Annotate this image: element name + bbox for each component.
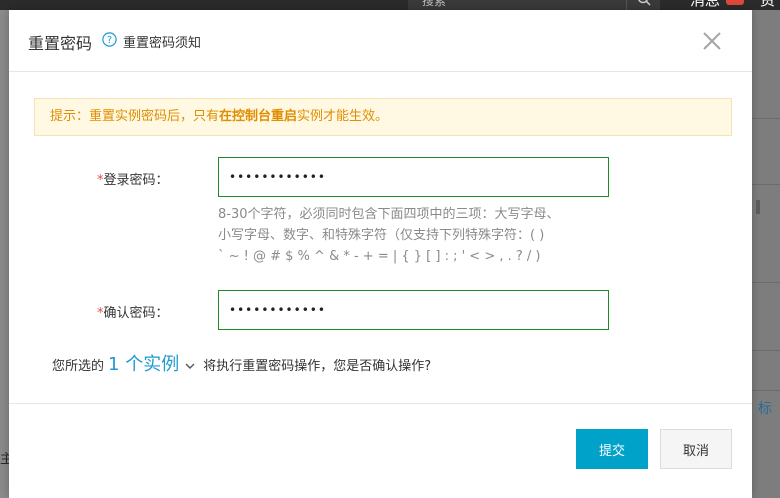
confirm-password-label-text: 确认密码： <box>103 306 169 321</box>
tip-suffix: 实例才能生效。 <box>297 109 389 124</box>
password-help-link[interactable]: 重置密码须知 <box>123 32 201 51</box>
login-password-label: *登录密码： <box>97 169 169 188</box>
tip-prefix: 提示：重置实例密码后，只有 <box>50 109 220 124</box>
background-messages-badge <box>726 0 744 5</box>
close-icon[interactable] <box>701 30 723 52</box>
cancel-button[interactable]: 取消 <box>660 429 732 469</box>
confirm-message: 您所选的 1 个实例 将执行重置密码操作，您是否确认操作? <box>52 350 431 376</box>
confirm-suffix: 将执行重置密码操作，您是否确认操作? <box>203 359 432 374</box>
background-topbar <box>0 0 780 10</box>
background-messages-link: 消息 <box>690 0 721 9</box>
restart-tip-banner: 提示：重置实例密码后，只有在控制台重启实例才能生效。 <box>34 98 732 136</box>
dialog-title: 重置密码 <box>28 34 93 53</box>
hint-line: ` ~ ! @ # $ % ^ & * - + = | { } [ ] : ; … <box>218 249 541 264</box>
password-rules-hint: 8-30个字符，必须同时包含下面四项中的三项：大写字母、 小写字母、数字、和特殊… <box>218 204 618 267</box>
confirm-password-input[interactable]: •••••••••••• <box>218 290 609 330</box>
background-search-input: 搜索 <box>408 0 626 10</box>
hint-line: 8-30个字符，必须同时包含下面四项中的三项：大写字母、 <box>218 207 560 222</box>
background-side-link: 标 <box>758 401 772 417</box>
reset-password-dialog: 重置密码 ? 重置密码须知 提示：重置实例密码后，只有在控制台重启实例才能生效。… <box>9 10 752 498</box>
submit-button[interactable]: 提交 <box>576 429 648 469</box>
confirm-password-label: *确认密码： <box>97 302 169 321</box>
confirm-prefix: 您所选的 <box>52 359 105 374</box>
dialog-header: 重置密码 ? 重置密码须知 <box>9 10 752 72</box>
chevron-down-icon[interactable] <box>185 362 195 370</box>
background-fund-link: 资 <box>760 0 776 9</box>
hint-line: 小写字母、数字、和特殊字符（仅支持下列特殊字符：( ) <box>218 228 545 243</box>
svg-text:?: ? <box>107 35 112 46</box>
tip-emphasis: 在控制台重启 <box>219 109 298 124</box>
login-password-input[interactable]: •••••••••••• <box>218 157 609 197</box>
dialog-footer-divider <box>9 403 752 404</box>
search-icon <box>638 0 651 6</box>
instance-count-link[interactable]: 1 个实例 <box>108 350 179 376</box>
background-search-button <box>626 0 660 10</box>
login-password-value: •••••••••••• <box>229 170 326 184</box>
background-right-panel <box>752 10 780 498</box>
confirm-password-value: •••••••••••• <box>229 303 326 317</box>
background-scroll-tick <box>756 200 760 214</box>
login-password-label-text: 登录密码： <box>103 173 169 188</box>
help-circle-icon[interactable]: ? <box>102 32 117 47</box>
